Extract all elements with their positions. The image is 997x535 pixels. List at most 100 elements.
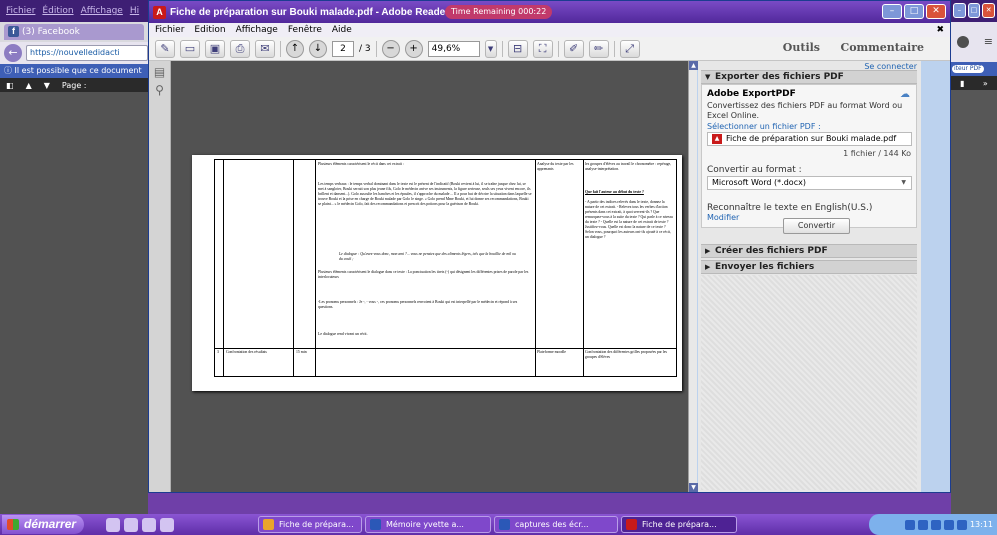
close-icon[interactable]: ✕ [926,4,946,19]
document-viewport: Plusieurs éléments caractérisent le réci… [171,61,688,492]
right-window-controls: – □ ✕ [951,0,997,22]
taskbar-item-adobe[interactable]: Fiche de prépara... [621,516,737,533]
word-icon [499,519,510,530]
taskbar-item-chrome[interactable]: Fiche de prépara... [258,516,362,533]
facebook-icon: f [8,26,19,37]
bookmark-icon[interactable]: ▮ [960,79,964,88]
selected-file-name: Fiche de préparation sur Bouki malade.pd… [726,134,897,143]
browser-menu-edition[interactable]: Édition [42,6,73,16]
comment-icon[interactable]: ✐ [563,39,584,58]
browser-menu-history[interactable]: Hi [130,6,139,16]
minimize-icon[interactable]: – [882,4,902,19]
menu-edition[interactable]: Edition [194,25,225,35]
next-page-icon[interactable]: ↓ [309,39,327,58]
browser-tab-facebook[interactable]: f (3) Facebook [4,24,144,40]
network-icon[interactable] [956,519,967,530]
profile-icon[interactable] [957,36,969,48]
browser-menu-fichier[interactable]: Fichier [6,6,35,16]
taskbar-item-word-memoire[interactable]: Mémoire yvette a... [365,516,491,533]
tray-icon[interactable] [917,519,928,530]
back-arrow-icon[interactable]: ← [4,44,22,62]
page-thumbnails-icon[interactable]: ▤ [153,65,167,79]
browser-menubar: Fichier Édition Affichage Hi [0,0,148,22]
export-pdf-title: Adobe ExportPDF [707,89,796,99]
background-browser-window: Fichier Édition Affichage Hi f (3) Faceb… [0,0,148,514]
up-arrow-icon[interactable]: ▲ [26,81,32,90]
full-screen-icon[interactable]: ⛶ [532,39,553,58]
open-pdf-viewer-button[interactable]: iteur PDF [951,64,985,74]
url-field[interactable]: https://nouvelledidacti [26,45,148,61]
zoom-in-icon[interactable]: + [404,39,423,58]
table-row-line [215,348,676,349]
tab-commentaire[interactable]: Commentaire [840,41,924,54]
firefox-quicklaunch-icon[interactable] [160,517,174,532]
table-cell-dialogue-elements: Plusieurs éléments caractérisent le dial… [318,270,529,279]
expand-icon[interactable]: ⤢ [619,39,640,58]
info-icon: ⓘ [4,66,15,75]
selected-file[interactable]: ▲ Fiche de préparation sur Bouki malade.… [707,132,912,146]
modify-link[interactable]: Modifier [707,213,739,222]
previous-page-icon[interactable]: ↑ [286,39,304,58]
table-column-line [315,160,316,376]
create-pdf-icon[interactable]: ✎ [155,39,175,58]
print-icon[interactable]: ⎙ [230,39,250,58]
convert-button[interactable]: Convertir [783,218,850,234]
zoom-dropdown-icon[interactable]: ▼ [484,39,497,58]
table-cell-conclusion: Le dialogue rend vivant un récit. [318,332,368,336]
down-arrow-icon[interactable]: ▼ [44,81,50,90]
vertical-scrollbar[interactable]: ▲ ▼ [688,61,698,492]
open-folder-icon[interactable]: ▭ [180,39,200,58]
browser-tab-label: (3) Facebook [22,27,80,37]
time-remaining-badge: Time Remaining 000:22 [445,5,553,19]
highlight-icon[interactable]: ✏ [588,39,609,58]
browser-quicklaunch-icon[interactable] [142,517,156,532]
sidebar-toggle-icon[interactable]: ◧ [6,81,14,90]
menu-aide[interactable]: Aide [332,25,352,35]
menu-affichage[interactable]: Affichage [236,25,278,35]
browser-menu-affichage[interactable]: Affichage [81,6,123,16]
start-button[interactable]: démarrer [2,515,84,534]
zoom-out-icon[interactable]: − [381,39,400,58]
hamburger-menu-icon[interactable]: ≡ [984,35,993,48]
page-number-input[interactable]: 2 [332,40,354,57]
send-files-header[interactable]: ▶ Envoyer les fichiers [701,260,917,274]
export-description: Convertissez des fichiers PDF au format … [707,101,903,120]
email-icon[interactable]: ✉ [255,39,275,58]
browser-info-bar[interactable]: ⓘ Il est possible que ce document [0,64,148,78]
volume-icon[interactable] [943,519,954,530]
maximize-icon[interactable]: □ [967,3,981,18]
close-document-icon[interactable]: ✖ [936,25,944,35]
more-tools-icon[interactable]: » [983,79,988,88]
right-browser-nav: ≡ [951,22,997,62]
fit-page-icon[interactable]: ⊟ [507,39,528,58]
menu-fenetre[interactable]: Fenêtre [288,25,322,35]
scroll-up-icon[interactable]: ▲ [689,61,698,70]
close-icon[interactable]: ✕ [982,3,995,18]
tray-icon[interactable] [904,519,915,530]
menu-fichier[interactable]: Fichier [155,25,184,35]
tray-icon[interactable] [930,519,941,530]
file-count: 1 fichier / 144 Ko [843,149,911,158]
media-player-icon[interactable] [124,517,138,532]
attachments-icon[interactable]: ⚲ [153,83,167,97]
save-icon[interactable]: ▣ [205,39,225,58]
table-column-line [535,160,536,376]
info-bar-text: Il est possible que ce document [14,66,142,75]
taskbar-item-word-captures[interactable]: captures des écr... [494,516,618,533]
create-pdf-header[interactable]: ▶ Créer des fichiers PDF [701,244,917,258]
scroll-down-icon[interactable]: ▼ [689,483,698,492]
export-pdf-header[interactable]: ▼ Exporter des fichiers PDF [701,70,917,84]
document-page: Plusieurs éléments caractérisent le réci… [192,155,682,391]
show-desktop-icon[interactable] [106,517,120,532]
table-cell-groups: les groupes d'élèves au travail le chron… [585,162,672,171]
maximize-icon[interactable]: □ [904,4,924,19]
zoom-level-input[interactable]: 49,6% [427,40,480,57]
minimize-icon[interactable]: – [952,3,966,18]
format-select[interactable]: Microsoft Word (*.docx) ▼ [707,176,912,190]
select-pdf-link[interactable]: Sélectionner un fichier PDF : [707,122,821,131]
table-column-line [293,160,294,376]
table-cell-verb-tenses: Les temps verbaux : le temps verbal domi… [318,182,532,206]
create-pdf-header-label: Créer des fichiers PDF [715,246,828,256]
table-column-line [223,160,224,376]
tab-outils[interactable]: Outils [783,41,820,54]
